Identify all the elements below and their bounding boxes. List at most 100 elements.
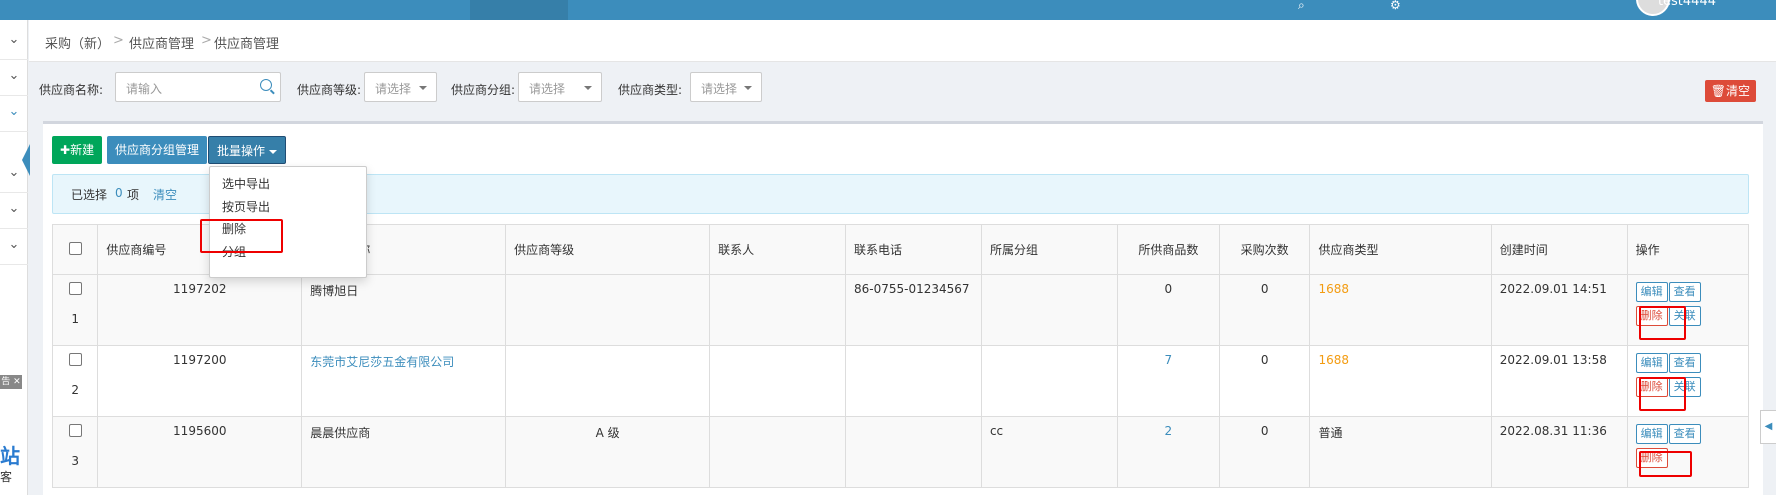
search-icon[interactable] xyxy=(260,79,272,91)
menu-item-export-selected[interactable]: 选中导出 xyxy=(222,175,270,192)
column-header: 创建时间 xyxy=(1490,224,1628,275)
batch-operations-label: 批量操作 xyxy=(217,144,266,158)
top-nav-active-tab[interactable] xyxy=(470,0,568,20)
row-checkbox[interactable] xyxy=(68,282,82,295)
supplier-grade xyxy=(505,274,711,346)
supplier-name-input[interactable]: 请输入 xyxy=(115,72,281,102)
ad-text: 站 xyxy=(0,444,20,468)
column-header: 供应商等级 xyxy=(505,224,711,275)
caret-down-icon xyxy=(584,86,592,90)
created-time: 2022.09.01 13:58 xyxy=(1490,345,1628,417)
search-icon[interactable]: ⌕ xyxy=(1298,0,1305,13)
batch-operations-button[interactable]: 批量操作 xyxy=(208,136,287,164)
breadcrumb-item[interactable]: 供应商管理 xyxy=(129,33,194,52)
edit-button[interactable]: 编辑 xyxy=(1635,353,1668,373)
supplier-phone: 86-0755-01234567 xyxy=(845,274,982,346)
created-time: 2022.08.31 11:36 xyxy=(1490,416,1628,488)
selection-prefix: 已选择 xyxy=(71,188,108,202)
breadcrumb-item[interactable]: 采购（新） xyxy=(45,33,110,52)
row-index: 2 xyxy=(71,383,79,397)
sidebar-item-1[interactable]: ⌄ xyxy=(0,20,28,60)
gear-icon[interactable]: ⚙ xyxy=(1390,0,1401,12)
supplier-type-select[interactable]: 请选择 xyxy=(690,72,762,102)
row-select-cell: 2 xyxy=(51,345,99,417)
supplier-code: 1197202 xyxy=(97,274,303,346)
view-button[interactable]: 查看 xyxy=(1668,424,1701,444)
ad-close-badge[interactable]: 告 ✕ xyxy=(0,375,22,389)
menu-item-delete[interactable]: 删除 xyxy=(222,220,246,237)
caret-down-icon xyxy=(419,86,427,90)
supplier-type: 普通 xyxy=(1309,416,1492,488)
supplier-phone xyxy=(845,416,982,488)
row-select-cell: 3 xyxy=(51,416,99,488)
filter-bar: 供应商名称: 请输入 供应商等级: 请选择 供应商分组: 请选择 供应商类型: … xyxy=(29,63,1776,119)
placeholder: 请输入 xyxy=(126,82,163,96)
new-supplier-button[interactable]: ✚新建 xyxy=(52,136,103,164)
row-checkbox[interactable] xyxy=(68,424,82,437)
chevron-down-icon: ⌄ xyxy=(8,201,20,216)
view-button[interactable]: 查看 xyxy=(1668,353,1701,373)
select-all-checkbox[interactable] xyxy=(51,224,99,275)
supplier-contact xyxy=(709,345,847,417)
supplier-grade-label: 供应商等级: xyxy=(297,83,362,97)
edit-button[interactable]: 编辑 xyxy=(1635,282,1668,302)
supplier-group-select[interactable]: 请选择 xyxy=(518,72,602,102)
supplier-type-label: 供应商类型: xyxy=(618,83,683,97)
supplier-grade-select[interactable]: 请选择 xyxy=(364,72,437,102)
username[interactable]: test4444 xyxy=(1658,0,1716,9)
row-index: 1 xyxy=(71,312,79,326)
column-header: 所供商品数 xyxy=(1116,224,1220,275)
menu-item-export-page[interactable]: 按页导出 xyxy=(222,198,270,215)
chevron-down-icon: ⌄ xyxy=(8,104,20,119)
supplier-contact xyxy=(709,274,847,346)
delete-button[interactable]: 删除 xyxy=(1635,377,1668,397)
breadcrumb-separator: > xyxy=(113,33,124,48)
edit-button[interactable]: 编辑 xyxy=(1635,424,1668,444)
clear-selection-link[interactable]: 清空 xyxy=(153,186,177,203)
menu-item-group[interactable]: 分组 xyxy=(222,243,246,260)
supplier-purchase-count: 0 xyxy=(1218,416,1311,488)
row-select-cell: 1 xyxy=(51,274,99,346)
row-checkbox[interactable] xyxy=(68,353,82,366)
side-panel-toggle[interactable]: ◀ xyxy=(1760,410,1776,444)
column-header: 联系人 xyxy=(709,224,847,275)
link-button[interactable]: 关联 xyxy=(1668,377,1701,397)
chevron-down-icon: ⌄ xyxy=(8,237,20,252)
breadcrumb: 采购（新） > 供应商管理 > 供应商管理 xyxy=(29,20,1776,62)
new-supplier-label: 新建 xyxy=(70,143,95,157)
row-actions: 编辑 查看 删除 xyxy=(1626,416,1750,488)
supplier-name[interactable]: 东莞市艾尼莎五金有限公司 xyxy=(301,345,507,417)
delete-button[interactable]: 删除 xyxy=(1635,306,1668,326)
chevron-down-icon: ⌄ xyxy=(8,68,20,83)
supplier-goods-count[interactable]: 7 xyxy=(1116,345,1220,417)
plus-icon: ✚ xyxy=(60,143,71,157)
sidebar-active-marker xyxy=(22,144,30,176)
caret-left-icon: ◀ xyxy=(1764,421,1773,432)
select-value: 请选择 xyxy=(529,82,566,96)
supplier-name-label: 供应商名称: xyxy=(39,83,104,97)
sidebar-item-2[interactable]: ⌄ xyxy=(0,56,28,96)
trash-icon: 🗑 xyxy=(1710,84,1726,98)
link-button[interactable]: 关联 xyxy=(1668,306,1701,326)
sidebar: ⌄ ⌄ ⌄ ⌄ ⌄ ⌄ xyxy=(0,20,28,495)
supplier-goods-count[interactable]: 2 xyxy=(1116,416,1220,488)
batch-operations-menu: 选中导出 按页导出 删除 分组 xyxy=(209,166,367,278)
sidebar-item-6[interactable]: ⌄ xyxy=(0,225,28,265)
breadcrumb-separator: > xyxy=(201,33,212,48)
supplier-group-management-button[interactable]: 供应商分组管理 xyxy=(107,136,208,164)
column-header: 采购次数 xyxy=(1218,224,1311,275)
clear-filters-button[interactable]: 🗑清空 xyxy=(1704,80,1756,102)
column-header: 供应商类型 xyxy=(1309,224,1492,275)
column-header: 所属分组 xyxy=(980,224,1118,275)
view-button[interactable]: 查看 xyxy=(1668,282,1701,302)
checkbox[interactable] xyxy=(68,241,82,255)
caret-down-icon xyxy=(744,86,752,90)
top-nav-bar: ⌕ ⚙ test4444 xyxy=(0,0,1776,20)
chevron-down-icon: ⌄ xyxy=(8,32,20,47)
sidebar-item-3[interactable]: ⌄ xyxy=(0,92,28,132)
delete-button[interactable]: 删除 xyxy=(1635,448,1668,468)
sidebar-item-5[interactable]: ⌄ xyxy=(0,189,28,229)
supplier-type: 1688 xyxy=(1309,274,1492,346)
supplier-purchase-count: 0 xyxy=(1218,345,1311,417)
ad-subtext: 客 xyxy=(0,470,13,484)
